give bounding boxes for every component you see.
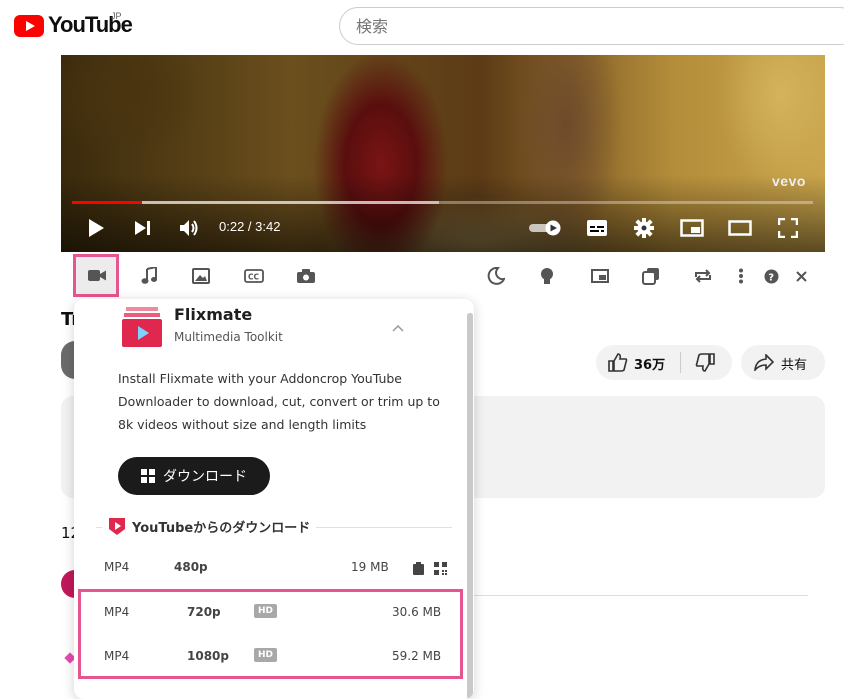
search-input[interactable] bbox=[339, 7, 844, 45]
collapse-chevron-icon[interactable] bbox=[392, 325, 404, 332]
quality-label: 480p bbox=[174, 560, 208, 574]
pill-divider bbox=[680, 352, 681, 373]
image-icon[interactable] bbox=[192, 268, 210, 284]
thumbs-up-icon[interactable] bbox=[608, 353, 628, 372]
video-player[interactable]: vevo 0:22 / 3:42 bbox=[61, 55, 825, 252]
clipboard-icon[interactable] bbox=[413, 562, 424, 575]
closed-captions-icon[interactable]: CC bbox=[244, 269, 264, 283]
playlist-icon[interactable] bbox=[642, 267, 660, 285]
camera-screenshot-icon[interactable] bbox=[297, 269, 315, 283]
flixmate-logo-icon bbox=[122, 307, 162, 347]
comment-avatar bbox=[61, 570, 75, 598]
dark-mode-moon-icon[interactable] bbox=[487, 267, 505, 285]
more-options-icon[interactable] bbox=[738, 268, 744, 284]
shield-logo-icon bbox=[109, 518, 125, 535]
qr-code-icon[interactable] bbox=[434, 562, 447, 575]
settings-gear-icon[interactable] bbox=[634, 218, 654, 238]
comment-divider bbox=[470, 595, 808, 596]
close-icon[interactable] bbox=[796, 271, 807, 282]
download-popup: Flixmate Multimedia Toolkit Install Flix… bbox=[74, 299, 474, 699]
share-button[interactable]: 共有 bbox=[741, 345, 825, 380]
fullscreen-icon[interactable] bbox=[778, 218, 798, 238]
thumbs-down-icon[interactable] bbox=[695, 353, 715, 372]
share-label: 共有 bbox=[781, 358, 808, 373]
hd-rows-highlight bbox=[78, 589, 463, 679]
theater-mode-icon[interactable] bbox=[728, 220, 752, 236]
play-icon[interactable] bbox=[87, 218, 105, 238]
autoplay-toggle-icon[interactable] bbox=[528, 220, 562, 236]
channel-avatar[interactable] bbox=[61, 341, 75, 379]
controls-gradient bbox=[61, 175, 825, 252]
volume-icon[interactable] bbox=[179, 218, 201, 238]
progress-played bbox=[72, 201, 143, 204]
windows-logo-icon bbox=[141, 469, 155, 483]
flixmate-download-button[interactable]: ダウンロード bbox=[118, 457, 270, 495]
next-icon[interactable] bbox=[134, 220, 152, 236]
section-header: YouTubeからのダウンロード bbox=[102, 517, 317, 536]
section-title: YouTubeからのダウンロード bbox=[132, 521, 311, 536]
youtube-logo-icon[interactable] bbox=[14, 15, 44, 37]
download-row-480p[interactable]: MP4 480p 19 MB bbox=[74, 552, 474, 582]
size-label: 19 MB bbox=[351, 560, 389, 574]
like-count: 36万 bbox=[634, 358, 666, 373]
time-display: 0:22 / 3:42 bbox=[219, 219, 281, 234]
download-button-label: ダウンロード bbox=[163, 469, 247, 485]
like-dislike-pill: 36万 bbox=[596, 345, 732, 380]
loop-repeat-icon[interactable] bbox=[693, 268, 713, 284]
video-download-button[interactable] bbox=[73, 254, 119, 297]
music-note-icon[interactable] bbox=[141, 267, 157, 285]
format-label: MP4 bbox=[104, 560, 130, 574]
vevo-watermark: vevo bbox=[772, 173, 806, 189]
subtitles-icon[interactable] bbox=[586, 219, 608, 237]
video-camera-icon bbox=[88, 270, 106, 281]
miniplayer-icon[interactable] bbox=[680, 219, 704, 237]
share-arrow-icon bbox=[754, 354, 774, 371]
progress-bar[interactable] bbox=[72, 201, 813, 204]
svg-text:CC: CC bbox=[248, 273, 260, 282]
flixmate-description: Install Flixmate with your Addoncrop You… bbox=[118, 371, 440, 432]
lightbulb-icon[interactable] bbox=[540, 267, 554, 285]
help-icon[interactable]: ? bbox=[764, 269, 779, 284]
svg-text:?: ? bbox=[768, 273, 774, 284]
region-code: JP bbox=[111, 11, 122, 21]
flixmate-name: Flixmate bbox=[174, 305, 253, 324]
picture-in-picture-icon[interactable] bbox=[591, 269, 609, 283]
flixmate-subtitle: Multimedia Toolkit bbox=[174, 330, 283, 344]
